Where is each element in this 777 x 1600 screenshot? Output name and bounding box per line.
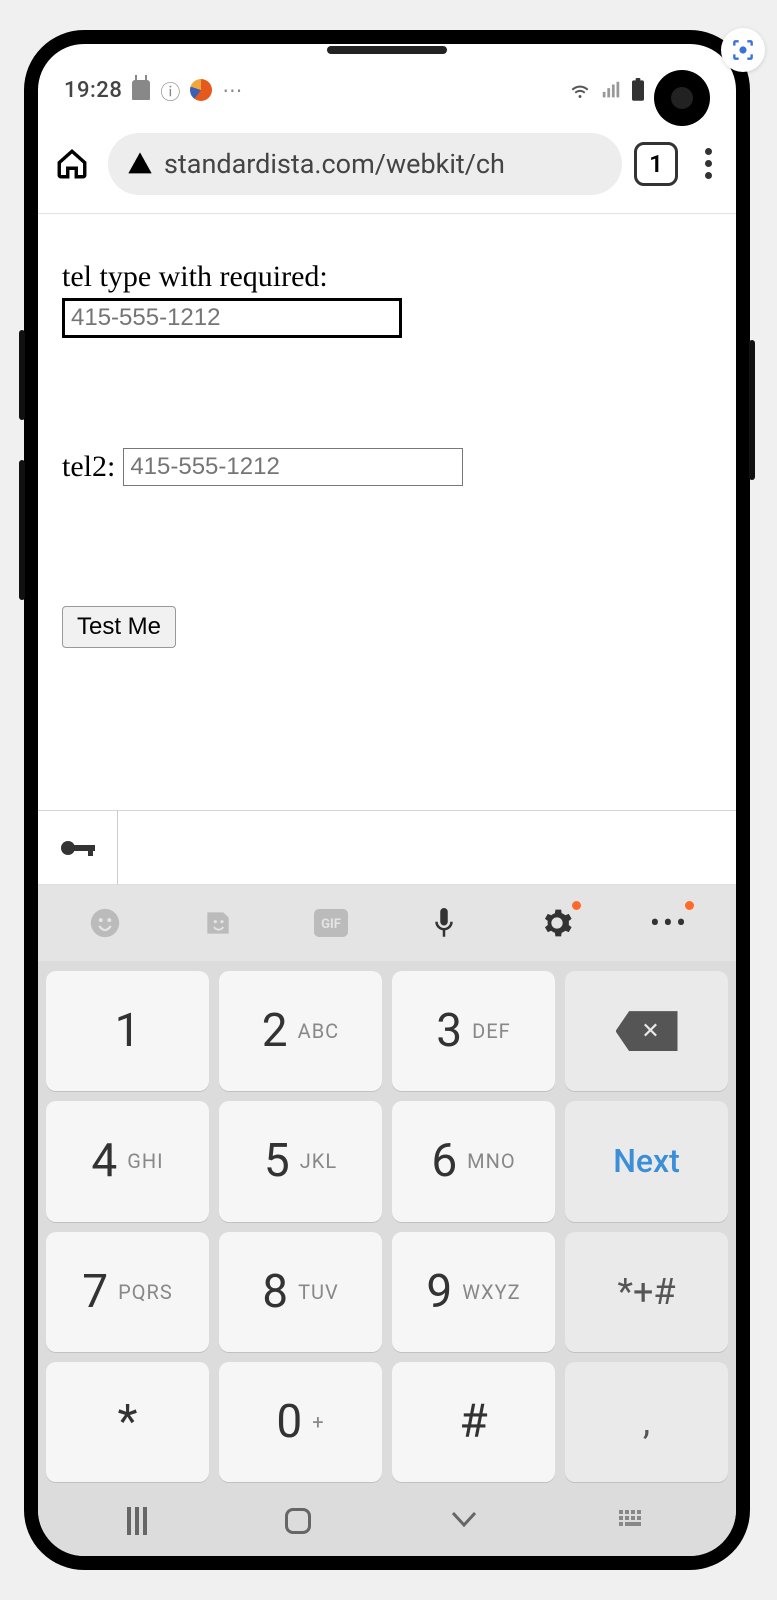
key-0[interactable]: 0+ <box>219 1362 382 1482</box>
backspace-icon: ✕ <box>616 1011 678 1051</box>
gif-button[interactable]: GIF <box>303 895 359 951</box>
power-button <box>749 340 755 480</box>
key-5[interactable]: 5JKL <box>219 1101 382 1221</box>
svg-text:GIF: GIF <box>321 917 341 932</box>
screenshot-crop-icon[interactable] <box>721 28 765 72</box>
tel2-label: tel2: <box>62 450 115 484</box>
test-me-button[interactable]: Test Me <box>62 606 176 648</box>
key-4[interactable]: 4GHI <box>46 1101 209 1221</box>
keyboard-switch-button[interactable] <box>617 1508 647 1534</box>
emoji-button[interactable] <box>77 895 133 951</box>
nav-back-button[interactable] <box>449 1509 479 1533</box>
status-clock: 19:28 <box>64 78 122 103</box>
front-camera <box>654 70 710 126</box>
key-comma[interactable]: , <box>565 1362 728 1482</box>
url-bar[interactable]: standardista.com/webkit/ch <box>108 133 622 195</box>
key-symbols[interactable]: *+# <box>565 1232 728 1352</box>
volume-down-button <box>19 460 25 600</box>
key-7[interactable]: 7PQRS <box>46 1232 209 1352</box>
browser-toolbar: standardista.com/webkit/ch 1 <box>38 114 736 214</box>
keyboard-suggestion-bar <box>38 811 736 885</box>
soft-keyboard: GIF ••• 1 2ABC 3DEF ✕ 4GHI 5JKL 6MNO Nex… <box>38 810 736 1556</box>
key-2[interactable]: 2ABC <box>219 971 382 1091</box>
battery-icon <box>630 78 646 102</box>
keypad-grid: 1 2ABC 3DEF ✕ 4GHI 5JKL 6MNO Next 7PQRS … <box>38 961 736 1486</box>
wifi-icon <box>568 78 592 102</box>
phone-speaker <box>327 46 447 54</box>
tabs-button[interactable]: 1 <box>634 142 678 186</box>
key-1[interactable]: 1 <box>46 971 209 1091</box>
key-3[interactable]: 3DEF <box>392 971 555 1091</box>
keyboard-more-button[interactable]: ••• <box>642 895 698 951</box>
keyboard-toolbar: GIF ••• <box>38 885 736 961</box>
key-9[interactable]: 9WXYZ <box>392 1232 555 1352</box>
phone-screen: 19:28 ⓘ ⋯ standardista.com/webkit/ch <box>38 44 736 1556</box>
home-icon <box>55 147 89 181</box>
android-icon <box>132 80 150 100</box>
mic-button[interactable] <box>416 895 472 951</box>
nav-recents-button[interactable] <box>127 1507 147 1535</box>
nav-home-button[interactable] <box>285 1508 311 1534</box>
key-next[interactable]: Next <box>565 1101 728 1221</box>
info-icon: ⓘ <box>160 76 180 105</box>
home-button[interactable] <box>48 140 96 188</box>
not-secure-icon <box>126 150 154 178</box>
app-swirl-icon <box>190 79 212 101</box>
key-hash[interactable]: # <box>392 1362 555 1482</box>
password-key-icon[interactable] <box>38 811 118 884</box>
phone-frame: 19:28 ⓘ ⋯ standardista.com/webkit/ch <box>24 30 750 1570</box>
volume-up-button <box>19 330 25 420</box>
sticker-button[interactable] <box>190 895 246 951</box>
browser-menu-button[interactable] <box>690 148 726 179</box>
more-notifications-icon: ⋯ <box>222 78 242 102</box>
signal-icon <box>600 79 622 101</box>
tab-count: 1 <box>649 150 663 178</box>
keyboard-settings-button[interactable] <box>529 895 585 951</box>
status-bar: 19:28 ⓘ ⋯ <box>38 44 736 114</box>
key-8[interactable]: 8TUV <box>219 1232 382 1352</box>
android-nav-bar <box>38 1486 736 1556</box>
web-page-content: tel type with required: tel2: Test Me <box>38 214 736 810</box>
tel2-input[interactable] <box>123 448 463 486</box>
key-6[interactable]: 6MNO <box>392 1101 555 1221</box>
tel1-label: tel type with required: <box>62 260 712 294</box>
tel1-input[interactable] <box>62 298 402 338</box>
key-star[interactable]: * <box>46 1362 209 1482</box>
key-backspace[interactable]: ✕ <box>565 971 728 1091</box>
url-text: standardista.com/webkit/ch <box>164 148 505 180</box>
